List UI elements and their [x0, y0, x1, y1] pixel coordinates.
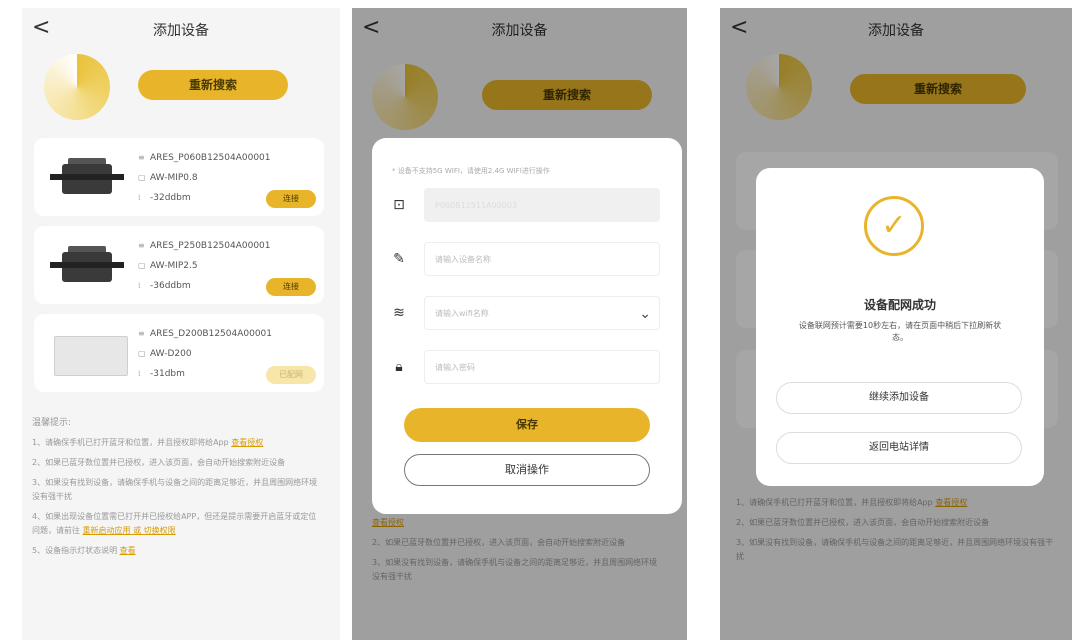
device-search-screen: < 添加设备 重新搜索 ≡ ARES_P060B12504A00001 ▢ AW-M…: [22, 8, 340, 640]
device-model: AW-MIP0.8: [150, 173, 198, 183]
connect-button[interactable]: 连接: [266, 190, 316, 208]
device-card[interactable]: ≡ ARES_P250B12504A00001 ▢ AW-MIP2.5 ⁞ -36dd…: [34, 226, 324, 304]
tip-text: 3、如果没有找到设备，请确保手机与设备之间的距离足够近，并且周围网络环境没有强干…: [32, 478, 318, 501]
device-sn: ARES_P250B12504A00001: [150, 241, 271, 251]
tips-heading: 温馨提示:: [32, 418, 72, 428]
connect-button[interactable]: 连接: [266, 278, 316, 296]
device-signal: -36ddbm: [150, 281, 191, 291]
tips-section: 温馨提示: 1、请确保手机已打开蓝牙和位置，并且授权即将给App 查看授权 2、…: [32, 416, 322, 564]
tip-link[interactable]: 重新启动应用 或 切换权限: [83, 526, 176, 535]
device-model: AW-MIP2.5: [150, 261, 198, 271]
device-info: ≡ ARES_P250B12504A00001 ▢ AW-MIP2.5 ⁞ -36dd…: [138, 236, 271, 296]
scan-icon: ⊡: [393, 197, 405, 213]
search-progress-icon: [44, 54, 110, 120]
tip-link[interactable]: 查看授权: [231, 438, 263, 447]
model-icon: ▢: [138, 349, 146, 358]
device-id-field: P060B12511A00003: [424, 188, 660, 222]
signal-icon: ⁞: [138, 281, 141, 290]
edit-icon: ✎: [393, 251, 405, 267]
tip-link[interactable]: 查看: [120, 546, 136, 555]
inverter-image: [48, 244, 128, 284]
config-success-screen: < 添加设备 重新搜索 1、请确保手机已打开蓝牙和位置，并且授权即将给App 查…: [720, 8, 1072, 640]
signal-icon: ⁞: [138, 193, 141, 202]
save-button[interactable]: 保存: [404, 408, 650, 442]
storage-box-image: [48, 332, 128, 376]
device-sn: ARES_P060B12504A00001: [150, 153, 271, 163]
device-id-row: ⊡ P060B12511A00003: [390, 188, 664, 224]
tip-text: 5、设备指示灯状态说明: [32, 546, 118, 555]
device-sn: ARES_D200B12504A00001: [150, 329, 273, 339]
wifi-config-screen: < 添加设备 重新搜索 查看授权 2、如果已蓝牙数位置并已授权，进入该页面，会自…: [352, 8, 687, 640]
continue-add-button[interactable]: 继续添加设备: [776, 382, 1022, 414]
password-input[interactable]: 请输入密码: [424, 350, 660, 384]
research-button[interactable]: 重新搜索: [138, 70, 288, 100]
sn-icon: ≡: [138, 241, 145, 250]
sn-icon: ≡: [138, 329, 145, 338]
configured-badge: 已配网: [266, 366, 316, 384]
page-title: 添加设备: [153, 23, 209, 39]
wifi-placeholder: 请输入wifi名称: [435, 309, 489, 318]
check-icon: ✓: [864, 196, 924, 256]
wifi-select[interactable]: 请输入wifi名称 ⌄: [424, 296, 660, 330]
success-title: 设备配网成功: [863, 298, 936, 312]
cancel-button[interactable]: 取消操作: [404, 454, 650, 486]
tip-text: 1、请确保手机已打开蓝牙和位置，并且授权即将给App: [32, 438, 229, 447]
password-row: 🔒︎ 请输入密码: [390, 350, 664, 386]
device-model: AW-D200: [150, 349, 192, 359]
chevron-down-icon[interactable]: ⌄: [639, 297, 651, 331]
model-icon: ▢: [138, 261, 146, 270]
success-modal: ✓ 设备配网成功 设备联网预计需要10秒左右，请在页面中稍后下拉刷新状态。 继续…: [756, 168, 1044, 486]
signal-icon: ⁞: [138, 369, 141, 378]
success-description: 设备联网预计需要10秒左右，请在页面中稍后下拉刷新状态。: [798, 321, 1002, 342]
device-info: ≡ ARES_P060B12504A00001 ▢ AW-MIP0.8 ⁞ -32dd…: [138, 148, 271, 208]
device-info: ≡ ARES_D200B12504A00001 ▢ AW-D200 ⁞ -31dbm: [138, 324, 272, 384]
tip-text: 2、如果已蓝牙数位置并已授权，进入该页面，会自动开始搜索附近设备: [32, 458, 286, 467]
device-card[interactable]: ≡ ARES_D200B12504A00001 ▢ AW-D200 ⁞ -31dbm …: [34, 314, 324, 392]
device-signal: -32ddbm: [150, 193, 191, 203]
wifi-row: ≋ 请输入wifi名称 ⌄: [390, 296, 664, 332]
device-name-input[interactable]: 请输入设备名称: [424, 242, 660, 276]
back-to-station-button[interactable]: 返回电站详情: [776, 432, 1022, 464]
wifi-icon: ≋: [393, 305, 405, 321]
header: < 添加设备: [22, 8, 340, 52]
device-signal: -31dbm: [150, 369, 185, 379]
model-icon: ▢: [138, 173, 146, 182]
device-card[interactable]: ≡ ARES_P060B12504A00001 ▢ AW-MIP0.8 ⁞ -32dd…: [34, 138, 324, 216]
device-name-row: ✎ 请输入设备名称: [390, 242, 664, 278]
wifi-notice: * 设备不支持5G WIFI，请使用2.4G WIFI进行操作: [392, 167, 550, 175]
wifi-form-modal: * 设备不支持5G WIFI，请使用2.4G WIFI进行操作 ⊡ P060B1…: [372, 138, 682, 514]
sn-icon: ≡: [138, 153, 145, 162]
inverter-image: [48, 156, 128, 196]
lock-icon: 🔒︎: [395, 359, 403, 375]
